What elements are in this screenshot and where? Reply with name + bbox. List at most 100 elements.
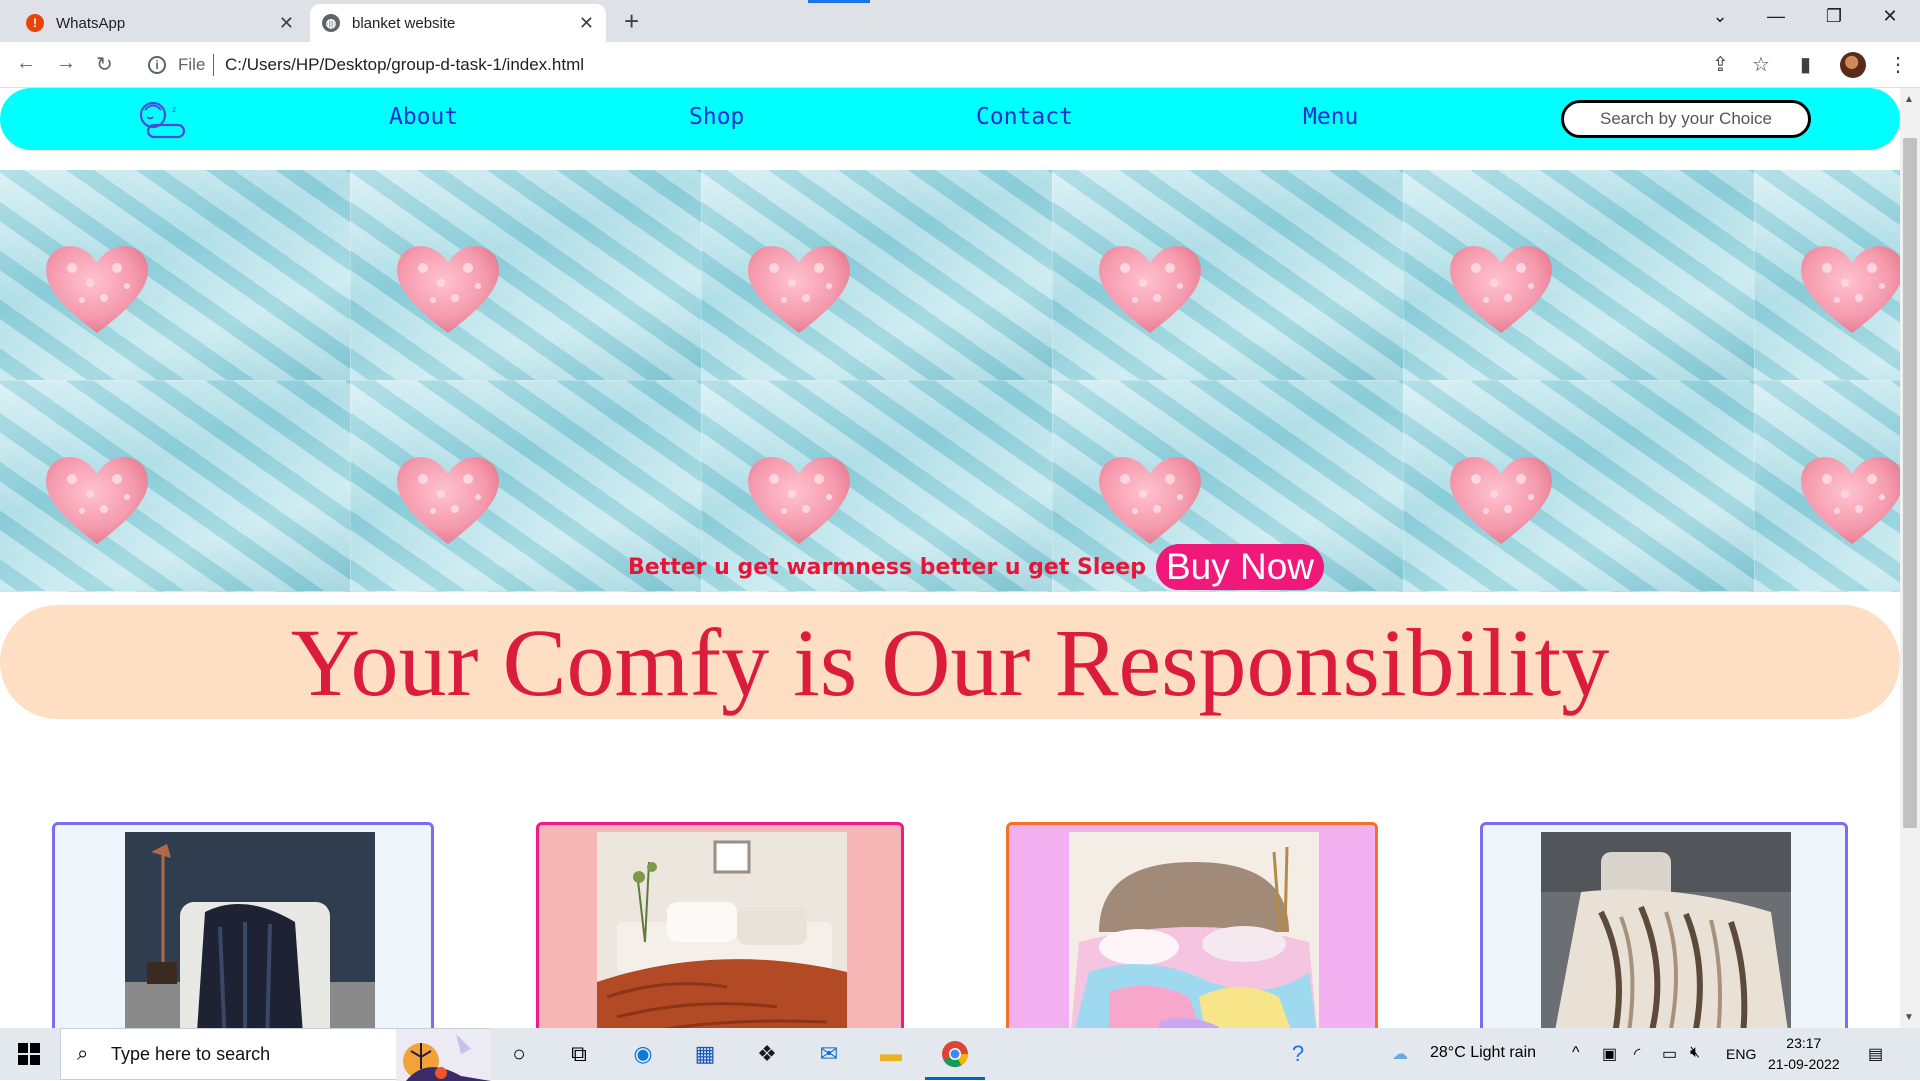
hero-tile: [1755, 170, 1900, 381]
microsoft-store-icon[interactable]: ▦: [690, 1039, 720, 1069]
hero-tile: [1053, 170, 1404, 381]
dropbox-icon[interactable]: ❖: [752, 1039, 782, 1069]
pink-heart-icon: [744, 238, 854, 338]
hero-tile: [0, 381, 351, 592]
buy-now-button[interactable]: Buy Now: [1155, 544, 1325, 590]
responsibility-banner: Your Comfy is Our Responsibility: [0, 605, 1900, 719]
site-info-icon[interactable]: i: [148, 56, 166, 74]
hero-tagline: Better u get warmness better u get Sleep: [628, 554, 1146, 580]
volume-muted-icon[interactable]: 🔇︎: [1690, 1044, 1700, 1062]
clock-date: 21-09-2022: [1768, 1056, 1840, 1072]
windows-start-icon[interactable]: [18, 1043, 40, 1065]
browser-tab-strip: ! WhatsApp ✕ ◍ blanket website ✕ + ⌄ — ❐…: [0, 0, 1920, 42]
rainbow-blanket-card[interactable]: [1006, 822, 1378, 1028]
tab-search-chevron-icon[interactable]: ⌄: [1700, 6, 1740, 27]
file-explorer-icon[interactable]: ▬: [876, 1039, 906, 1069]
tab-title: blanket website: [352, 14, 456, 32]
search-icon: ⌕: [77, 1043, 89, 1065]
close-window-icon[interactable]: ✕: [1870, 6, 1910, 27]
taskbar-search-placeholder: Type here to search: [111, 1044, 271, 1064]
language-indicator[interactable]: ENG: [1726, 1046, 1756, 1062]
side-panel-icon[interactable]: ▮: [1800, 52, 1811, 77]
hero-banner: Better u get warmness better u get Sleep…: [0, 170, 1900, 592]
web-page: z About Shop Contact Menu Better u get w…: [0, 88, 1900, 1028]
restore-icon[interactable]: ❐: [1814, 6, 1854, 27]
forward-arrow-icon[interactable]: →: [56, 52, 76, 75]
whatsapp-alert-icon: !: [26, 14, 44, 32]
scrollbar-thumb[interactable]: [1903, 138, 1917, 828]
edge-icon[interactable]: ◉: [628, 1039, 658, 1069]
hero-tile: [0, 170, 351, 381]
battery-icon[interactable]: ▭: [1662, 1044, 1677, 1064]
pink-heart-icon: [1797, 238, 1900, 338]
nav-about-link[interactable]: About: [389, 104, 458, 130]
close-tab-icon[interactable]: ✕: [579, 13, 594, 34]
pink-heart-icon: [393, 238, 503, 338]
wifi-icon[interactable]: ◜: [1634, 1044, 1640, 1064]
search-highlight-art-icon: [396, 1029, 491, 1081]
address-toolbar: ← → ↻ i File C:/Users/HP/Desktop/group-d…: [0, 42, 1920, 88]
nav-shop-link[interactable]: Shop: [689, 104, 744, 130]
minimize-icon[interactable]: —: [1756, 6, 1796, 27]
hero-background-tiles: [0, 170, 1900, 592]
back-arrow-icon[interactable]: ←: [16, 52, 36, 75]
pink-heart-icon: [42, 238, 152, 338]
taskbar-clock[interactable]: 23:17 21-09-2022: [1768, 1033, 1840, 1075]
nav-menu-link[interactable]: Menu: [1303, 104, 1358, 130]
url-field[interactable]: C:/Users/HP/Desktop/group-d-task-1/index…: [225, 55, 584, 75]
hero-tile: [1404, 381, 1755, 592]
hero-tile: [1755, 381, 1900, 592]
tab-blanket-website[interactable]: ◍ blanket website ✕: [310, 4, 606, 42]
weather-cloud-icon: ☁: [1392, 1046, 1408, 1063]
url-separator: [213, 54, 214, 76]
tab-whatsapp[interactable]: ! WhatsApp ✕: [14, 4, 306, 42]
help-icon[interactable]: ?: [1283, 1039, 1313, 1069]
hero-tile: [702, 170, 1053, 381]
rust-blanket-photo: [597, 832, 847, 1028]
share-icon[interactable]: ⇪: [1712, 52, 1729, 77]
reload-icon[interactable]: ↻: [96, 52, 113, 77]
weather-status[interactable]: 28°C Light rain: [1430, 1044, 1536, 1062]
mail-icon[interactable]: ✉: [814, 1039, 844, 1069]
pink-heart-icon: [1797, 449, 1900, 549]
pink-heart-icon: [1095, 449, 1205, 549]
clock-time: 23:17: [1786, 1035, 1822, 1051]
pink-heart-icon: [42, 449, 152, 549]
globe-icon: ◍: [322, 14, 340, 32]
svg-text:z: z: [172, 105, 176, 114]
show-hidden-icons-chevron-icon[interactable]: ^: [1572, 1044, 1580, 1062]
url-scheme-label: File: [178, 55, 206, 74]
bookmark-star-icon[interactable]: ☆: [1752, 52, 1770, 77]
task-view-icon[interactable]: ⧉: [564, 1039, 594, 1069]
profile-avatar[interactable]: [1840, 52, 1866, 78]
tab-title: WhatsApp: [56, 14, 126, 32]
pink-heart-icon: [1095, 238, 1205, 338]
pink-heart-icon: [1446, 449, 1556, 549]
windows-taskbar: ⌕ Type here to search ○ ⧉ ◉ ▦ ❖ ✉ ▬ ? ☁ …: [0, 1028, 1920, 1081]
sleeping-baby-logo-icon[interactable]: z: [136, 100, 188, 140]
site-search-input[interactable]: [1561, 100, 1811, 138]
nav-contact-link[interactable]: Contact: [976, 104, 1073, 130]
taskbar-search-box[interactable]: ⌕ Type here to search: [60, 1028, 491, 1081]
scroll-down-arrow-icon[interactable]: ▼: [1904, 1012, 1914, 1023]
cortana-icon[interactable]: ○: [504, 1039, 534, 1069]
hero-cta-row: Better u get warmness better u get Sleep…: [628, 544, 1325, 590]
pink-heart-icon: [1446, 238, 1556, 338]
rust-blanket-card[interactable]: [536, 822, 904, 1028]
hero-tile: [351, 170, 702, 381]
site-navbar: z About Shop Contact Menu: [0, 88, 1900, 150]
new-tab-icon[interactable]: +: [624, 6, 639, 37]
fur-blanket-card[interactable]: [1480, 822, 1848, 1028]
meet-now-icon[interactable]: ▣: [1602, 1044, 1617, 1064]
loading-indicator: [808, 0, 870, 3]
scroll-up-arrow-icon[interactable]: ▲: [1904, 94, 1914, 105]
navy-blanket-card[interactable]: [52, 822, 434, 1028]
notifications-icon[interactable]: ▤: [1868, 1044, 1883, 1064]
pink-heart-icon: [393, 449, 503, 549]
hero-tile: [1404, 170, 1755, 381]
pink-heart-icon: [744, 449, 854, 549]
chrome-menu-icon[interactable]: ⋮: [1888, 52, 1908, 77]
close-tab-icon[interactable]: ✕: [279, 13, 294, 34]
chrome-icon[interactable]: [940, 1039, 970, 1069]
navy-blanket-photo: [125, 832, 375, 1028]
